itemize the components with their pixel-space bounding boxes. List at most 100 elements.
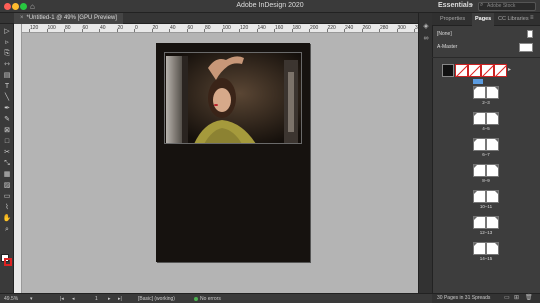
right-page-thumbnail[interactable] [486,164,499,177]
right-page-thumbnail[interactable] [486,138,499,151]
note-tool-icon[interactable]: ▭ [2,192,12,201]
ruler-tick-label: 60 [187,25,194,31]
scissors-tool-icon[interactable]: ✂ [2,148,12,157]
right-page-thumbnail[interactable] [486,216,499,229]
right-page-thumbnail[interactable] [486,86,499,99]
master-corner-icon [495,191,498,194]
spread-thumbnail[interactable] [473,138,499,151]
current-page-marker [473,79,483,84]
spread-label: 6–7 [482,152,490,157]
chevron-down-icon[interactable]: ▾ [470,2,473,9]
workspace-switcher[interactable]: Essentials [438,2,473,9]
next-page-icon[interactable]: ▸ [108,296,111,302]
close-tab-icon[interactable]: × [20,15,24,21]
master-a-thumbnail[interactable] [519,43,533,52]
left-page-thumbnail[interactable] [473,216,486,229]
right-page-thumbnail[interactable] [486,190,499,203]
left-page-thumbnail[interactable] [473,112,486,125]
panel-divider [432,57,540,58]
spread-thumbnail[interactable] [473,86,499,99]
page-thumbnail-1[interactable] [442,64,454,77]
page-thumbnail-overset[interactable] [468,64,481,77]
zoom-level[interactable]: 49.5% [4,296,18,302]
pencil-tool-icon[interactable]: ✎ [2,115,12,124]
ruler-tick [256,29,258,32]
gradient-swatch-tool-icon[interactable]: ▦ [2,170,12,179]
rectangle-frame-tool-icon[interactable]: ⊠ [2,126,12,135]
master-none-thumbnail[interactable] [527,30,533,38]
master-corner-icon [474,217,477,220]
page-thumbnail-overset[interactable] [494,64,507,77]
zoom-dropdown-icon[interactable]: ▾ [30,296,33,302]
tab-cc-libraries[interactable]: CC Libraries [495,13,532,26]
line-tool-icon[interactable]: ╲ [2,93,12,102]
ruler-tick [326,29,328,32]
spread-thumbnail[interactable] [473,216,499,229]
right-page-thumbnail[interactable] [486,242,499,255]
horizontal-ruler[interactable]: 120 100 80 60 40 20 0 20 40 60 80 100 120 140 160 180 20… [22,24,432,33]
layers-icon[interactable]: ◈ [422,23,430,31]
ruler-tick [116,29,118,32]
free-transform-tool-icon[interactable]: ⤡ [2,159,12,168]
links-icon[interactable]: ∞ [422,35,430,43]
ruler-tick [379,29,380,32]
gradient-feather-tool-icon[interactable]: ▨ [2,181,12,190]
selection-tool-icon[interactable]: ▷ [2,27,12,36]
ruler-tick [169,29,170,32]
ruler-tick [134,29,135,32]
spread-thumbnail[interactable] [473,164,499,177]
preflight-profile[interactable]: [Basic] (working) [138,296,175,302]
page-size-icon[interactable]: ▭ [504,294,510,301]
ruler-tick [309,29,310,32]
left-page-thumbnail[interactable] [473,190,486,203]
page-number-field[interactable]: 1 [95,296,98,302]
ruler-tick-label: 200 [310,25,319,31]
trash-icon[interactable]: 🗑 [525,294,533,301]
tab-properties[interactable]: Properties [437,13,468,26]
spread-thumbnail[interactable] [473,190,499,203]
adobe-stock-search-input[interactable]: Adobe Stock [478,2,536,11]
spread-thumbnail[interactable] [473,242,499,255]
vertical-ruler[interactable] [14,24,22,293]
hand-tool-icon[interactable]: ✋ [2,214,12,223]
gap-tool-icon[interactable]: ⇿ [2,60,12,69]
spread-thumbnail[interactable] [473,112,499,125]
panel-tab-bar: Properties Pages CC Libraries [432,13,540,26]
left-page-thumbnail[interactable] [473,164,486,177]
first-page-icon[interactable]: |◂ [60,296,64,302]
type-tool-icon[interactable]: T [2,82,12,91]
master-corner-icon [495,243,498,246]
search-icon: ⌕ [480,2,484,8]
left-page-thumbnail[interactable] [473,138,486,151]
zoom-tool-icon[interactable]: ⌕ [2,225,12,234]
indesign-window: ⌂ Adobe InDesign 2020 Essentials ▾ Adobe… [0,0,540,303]
master-corner-icon [474,165,477,168]
ruler-tick [64,29,65,32]
document-tab[interactable]: × *Untitled-1 @ 49% [GPU Preview] [14,13,123,24]
prev-page-icon[interactable]: ◂ [72,296,75,302]
content-collector-tool-icon[interactable]: ▤ [2,71,12,80]
rectangle-tool-icon[interactable]: □ [2,137,12,146]
right-page-thumbnail[interactable] [486,112,499,125]
pen-tool-icon[interactable]: ✒ [2,104,12,113]
page-tool-icon[interactable]: ⎘ [2,49,12,58]
page-thumbnail-overset[interactable] [455,64,468,77]
last-page-icon[interactable]: ▸| [118,296,122,302]
ruler-tick [186,29,188,32]
eyedropper-tool-icon[interactable]: ⌇ [2,203,12,212]
new-page-icon[interactable]: ⊞ [514,294,519,301]
master-none[interactable]: [None] [437,31,452,37]
stroke-swatch[interactable] [4,258,12,266]
panel-menu-icon[interactable]: ≡ [530,15,534,21]
preflight-status[interactable]: No errors [200,296,221,302]
ruler-tick [361,29,363,32]
page-thumbnail-overset[interactable] [481,64,494,77]
ruler-tick-label: 100 [222,25,231,31]
direct-selection-tool-icon[interactable]: ▹ [2,38,12,47]
master-corner-icon [495,165,498,168]
left-page-thumbnail[interactable] [473,86,486,99]
left-page-thumbnail[interactable] [473,242,486,255]
master-a[interactable]: A-Master [437,44,457,50]
tab-pages[interactable]: Pages [472,13,495,26]
ruler-tick [221,29,223,32]
